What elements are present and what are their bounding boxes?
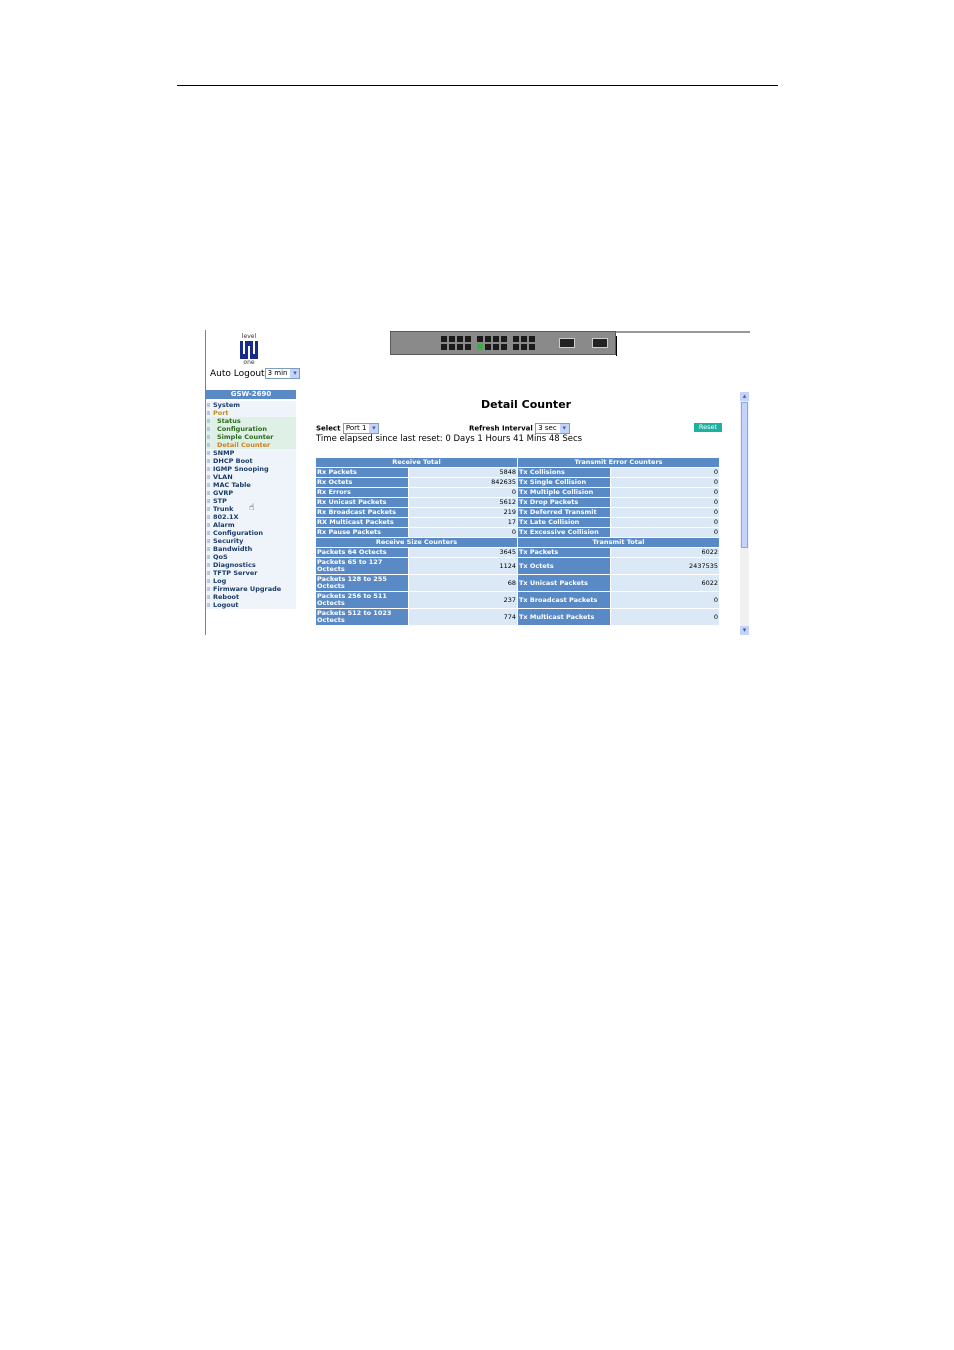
table-row: RX Multicast Packets 17 Tx Late Collision 0 xyxy=(316,518,719,527)
table-row: Packets 512 to 1023 Octects 774 Tx Multica… xyxy=(316,609,719,625)
sidebar-item-firmware-upgrade[interactable]: Firmware Upgrade xyxy=(206,585,296,593)
sidebar-title: GSW-2690 xyxy=(206,390,296,399)
top-right-panel xyxy=(616,331,750,358)
sidebar-item-reboot[interactable]: Reboot xyxy=(206,593,296,601)
switch-front-panel xyxy=(390,331,616,355)
sidebar-item-igmp-snooping[interactable]: IGMP Snooping xyxy=(206,465,296,473)
browser-frame: level one Auto Logout3 min GSW-2690 Syst… xyxy=(205,330,750,635)
section-receive-total: Receive Total xyxy=(316,458,517,467)
table-row: Rx Pause Packets 0 Tx Excessive Collision 0 xyxy=(316,528,719,537)
table-row: Packets 65 to 127 Octects 1124 Tx Octets 24… xyxy=(316,558,719,574)
sidebar-item-configuration[interactable]: Configuration xyxy=(206,529,296,537)
refresh-interval-select[interactable]: 3 sec xyxy=(535,423,570,434)
table-row: Rx Broadcast Packets 219 Tx Deferred Trans… xyxy=(316,508,719,517)
sidebar-item-security[interactable]: Security xyxy=(206,537,296,545)
sidebar-item-dhcp-boot[interactable]: DHCP Boot xyxy=(206,457,296,465)
sidebar-item-log[interactable]: Log xyxy=(206,577,296,585)
sidebar-item-detail-counter[interactable]: Detail Counter xyxy=(206,441,296,449)
refresh-interval-group: Refresh Interval 3 sec xyxy=(469,423,570,434)
sidebar-item-port[interactable]: Port xyxy=(206,409,296,417)
table-row: Rx Errors 0 Tx Multiple Collision 0 xyxy=(316,488,719,497)
refresh-interval-label: Refresh Interval xyxy=(469,424,533,433)
table-row: Rx Unicast Packets 5612 Tx Drop Packets 0 xyxy=(316,498,719,507)
table-row: Packets 256 to 511 Octects 237 Tx Broadcas… xyxy=(316,592,719,608)
sidebar-item-gvrp[interactable]: GVRP xyxy=(206,489,296,497)
auto-logout-select[interactable]: 3 min xyxy=(264,368,301,379)
vertical-scrollbar[interactable]: ▴ ▾ xyxy=(740,392,749,635)
sidebar-item-mac-table[interactable]: MAC Table xyxy=(206,481,296,489)
sidebar-item-8021x[interactable]: 802.1X xyxy=(206,513,296,521)
sidebar-item-port-configuration[interactable]: Configuration xyxy=(206,425,296,433)
counter-table: Receive Total Transmit Error Counters Rx… xyxy=(315,457,720,626)
table-row: Packets 64 Octects 3645 Tx Packets 6022 xyxy=(316,548,719,557)
logo-mark-icon xyxy=(240,341,258,359)
port-select[interactable]: Port 1 xyxy=(342,423,380,434)
page-title: Detail Counter xyxy=(481,398,572,411)
table-row: Rx Octets 842635 Tx Single Collision 0 xyxy=(316,478,719,487)
logo-top-text: level xyxy=(241,333,257,340)
page-rule xyxy=(177,85,778,86)
levelone-logo: level one xyxy=(238,333,260,366)
scroll-thumb[interactable] xyxy=(741,402,748,548)
sidebar-item-bandwidth[interactable]: Bandwidth xyxy=(206,545,296,553)
sidebar-item-logout[interactable]: Logout xyxy=(206,601,296,609)
sidebar-item-qos[interactable]: QoS xyxy=(206,553,296,561)
sidebar-item-snmp[interactable]: SNMP xyxy=(206,449,296,457)
sidebar-item-vlan[interactable]: VLAN xyxy=(206,473,296,481)
sidebar-item-system[interactable]: System xyxy=(206,401,296,409)
sidebar-item-simple-counter[interactable]: Simple Counter xyxy=(206,433,296,441)
port-select-group: Select Port 1 xyxy=(316,423,380,434)
scroll-down-icon[interactable]: ▾ xyxy=(740,626,749,635)
scroll-up-icon[interactable]: ▴ xyxy=(740,392,749,401)
section-transmit-error: Transmit Error Counters xyxy=(518,458,719,467)
logo-bottom-text: one xyxy=(243,359,255,366)
reset-button[interactable]: Reset xyxy=(694,423,722,432)
section-receive-size: Receive Size Counters xyxy=(316,538,517,547)
table-row: Rx Packets 5848 Tx Collisions 0 xyxy=(316,468,719,477)
auto-logout-label: Auto Logout xyxy=(210,369,265,379)
table-row: Packets 128 to 255 Octects 68 Tx Unicast P… xyxy=(316,575,719,591)
port-select-label: Select xyxy=(316,424,341,433)
sidebar-item-diagnostics[interactable]: Diagnostics xyxy=(206,561,296,569)
sidebar-item-alarm[interactable]: Alarm xyxy=(206,521,296,529)
section-transmit-total: Transmit Total xyxy=(518,538,719,547)
hand-cursor-icon: ☝ xyxy=(249,503,255,513)
sidebar-item-status[interactable]: Status xyxy=(206,417,296,425)
auto-logout: Auto Logout 3 min xyxy=(210,368,301,379)
sidebar-item-tftp-server[interactable]: TFTP Server xyxy=(206,569,296,577)
elapsed-time: Time elapsed since last reset: 0 Days 1 … xyxy=(316,434,583,444)
